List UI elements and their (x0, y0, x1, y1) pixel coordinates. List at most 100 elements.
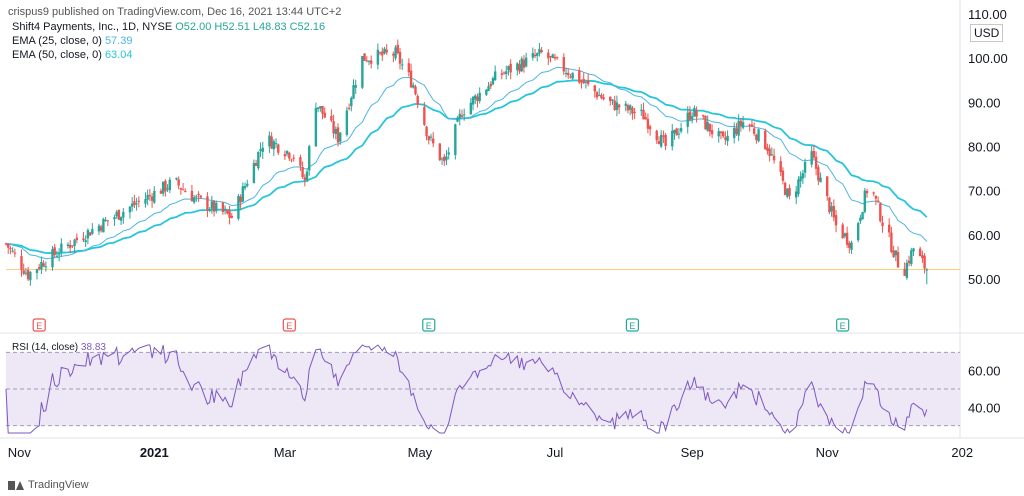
candle-body (66, 244, 70, 247)
candle-body (42, 263, 45, 267)
candle-body (416, 95, 419, 105)
candle-body (128, 206, 132, 213)
tradingview-logo-icon (8, 480, 24, 490)
price-tick-label: 60.00 (968, 228, 1001, 243)
candle-body (73, 239, 76, 246)
candle-body (24, 272, 28, 274)
candle-body (427, 136, 430, 141)
candle-body (832, 205, 836, 218)
candle-body (199, 195, 202, 198)
candle-body (119, 216, 123, 221)
rsi-tick-label: 60.00 (968, 364, 1001, 379)
candle-body (737, 120, 740, 136)
price-tick-label: 70.00 (968, 184, 1001, 199)
candle-body (887, 224, 891, 233)
candle-body (750, 124, 754, 127)
candle-body (181, 189, 185, 191)
candle-body (414, 86, 417, 95)
candle-body (4, 243, 8, 245)
candle-body (626, 105, 630, 111)
candle-body (817, 167, 820, 181)
candle-body (394, 47, 397, 59)
candle-body (268, 135, 271, 147)
chart-canvas[interactable]: 50.00 60.00 70.00 80.00 90.00 100.00 110.00 40.… (0, 0, 1024, 496)
candle-body (797, 179, 800, 195)
candle-body (843, 233, 847, 237)
candle-body (624, 103, 627, 106)
candle-body (903, 268, 906, 276)
candle-body (704, 115, 707, 130)
candle-body (562, 57, 565, 72)
candle-body (803, 162, 807, 173)
rsi-value: 38.83 (80, 342, 106, 353)
candle-body (748, 124, 751, 126)
candle-body (679, 128, 683, 132)
candle-body (799, 176, 802, 182)
currency-badge[interactable]: USD (970, 24, 1004, 42)
candle-body (323, 112, 326, 118)
candle-body (518, 64, 521, 72)
candle-body (290, 159, 293, 161)
publish-info: crispus9 published on TradingView.com, D… (8, 6, 342, 18)
candle-body (489, 83, 492, 87)
ema25-line (5, 66, 928, 260)
candle-body (595, 92, 599, 98)
time-tick-label: Jul (547, 445, 564, 460)
candle-body (51, 249, 54, 268)
candle-body (443, 156, 446, 162)
candle-body (206, 196, 209, 211)
candle-body (319, 106, 322, 109)
candle-body (896, 252, 900, 268)
candle-body (86, 229, 90, 239)
candle-body (285, 150, 289, 154)
candle-body (164, 180, 167, 192)
candle-body (13, 252, 17, 254)
earnings-marker-label: E (629, 321, 635, 331)
candle-body (706, 122, 709, 131)
candle-body (161, 181, 165, 194)
candle-body (398, 51, 402, 64)
candle-body (29, 272, 32, 281)
candle-body (272, 141, 276, 150)
candle-body (478, 92, 481, 102)
earnings-marker-label: E (36, 321, 42, 331)
candle-body (345, 110, 349, 135)
candle-body (856, 223, 860, 241)
price-tick-label: 100.00 (968, 51, 1008, 66)
candle-body (569, 76, 572, 78)
candle-body (825, 176, 829, 197)
candle-body (872, 192, 875, 194)
candle-body (462, 114, 466, 116)
candle-body (458, 113, 461, 119)
candle-body (7, 243, 10, 248)
tradingview-logo[interactable]: TradingView (8, 479, 89, 491)
time-tick-label: Mar (274, 445, 297, 460)
candle-body (553, 56, 557, 59)
candle-body (146, 194, 149, 200)
candle-body (438, 143, 442, 161)
candle-body (861, 212, 864, 220)
candle-body (520, 58, 523, 72)
candle-body (779, 161, 782, 173)
candle-body (20, 256, 23, 270)
ema50-label: EMA (50, close, 0) (12, 49, 102, 61)
candle-body (848, 243, 851, 248)
candle-body (766, 147, 769, 151)
candle-body (907, 260, 911, 264)
candle-body (894, 250, 898, 256)
candle-body (586, 80, 590, 84)
candle-body (91, 229, 94, 234)
candle-body (226, 209, 229, 214)
candle-body (381, 51, 384, 56)
candle-body (447, 152, 450, 155)
candle-body (905, 262, 909, 278)
candle-body (288, 152, 291, 159)
candle-body (117, 209, 121, 220)
candle-body (717, 131, 720, 137)
candle-body (524, 57, 528, 67)
candle-body (770, 154, 774, 156)
candle-body (26, 270, 30, 280)
candle-body (505, 71, 508, 74)
candles-group (4, 39, 928, 286)
candle-body (795, 191, 798, 198)
